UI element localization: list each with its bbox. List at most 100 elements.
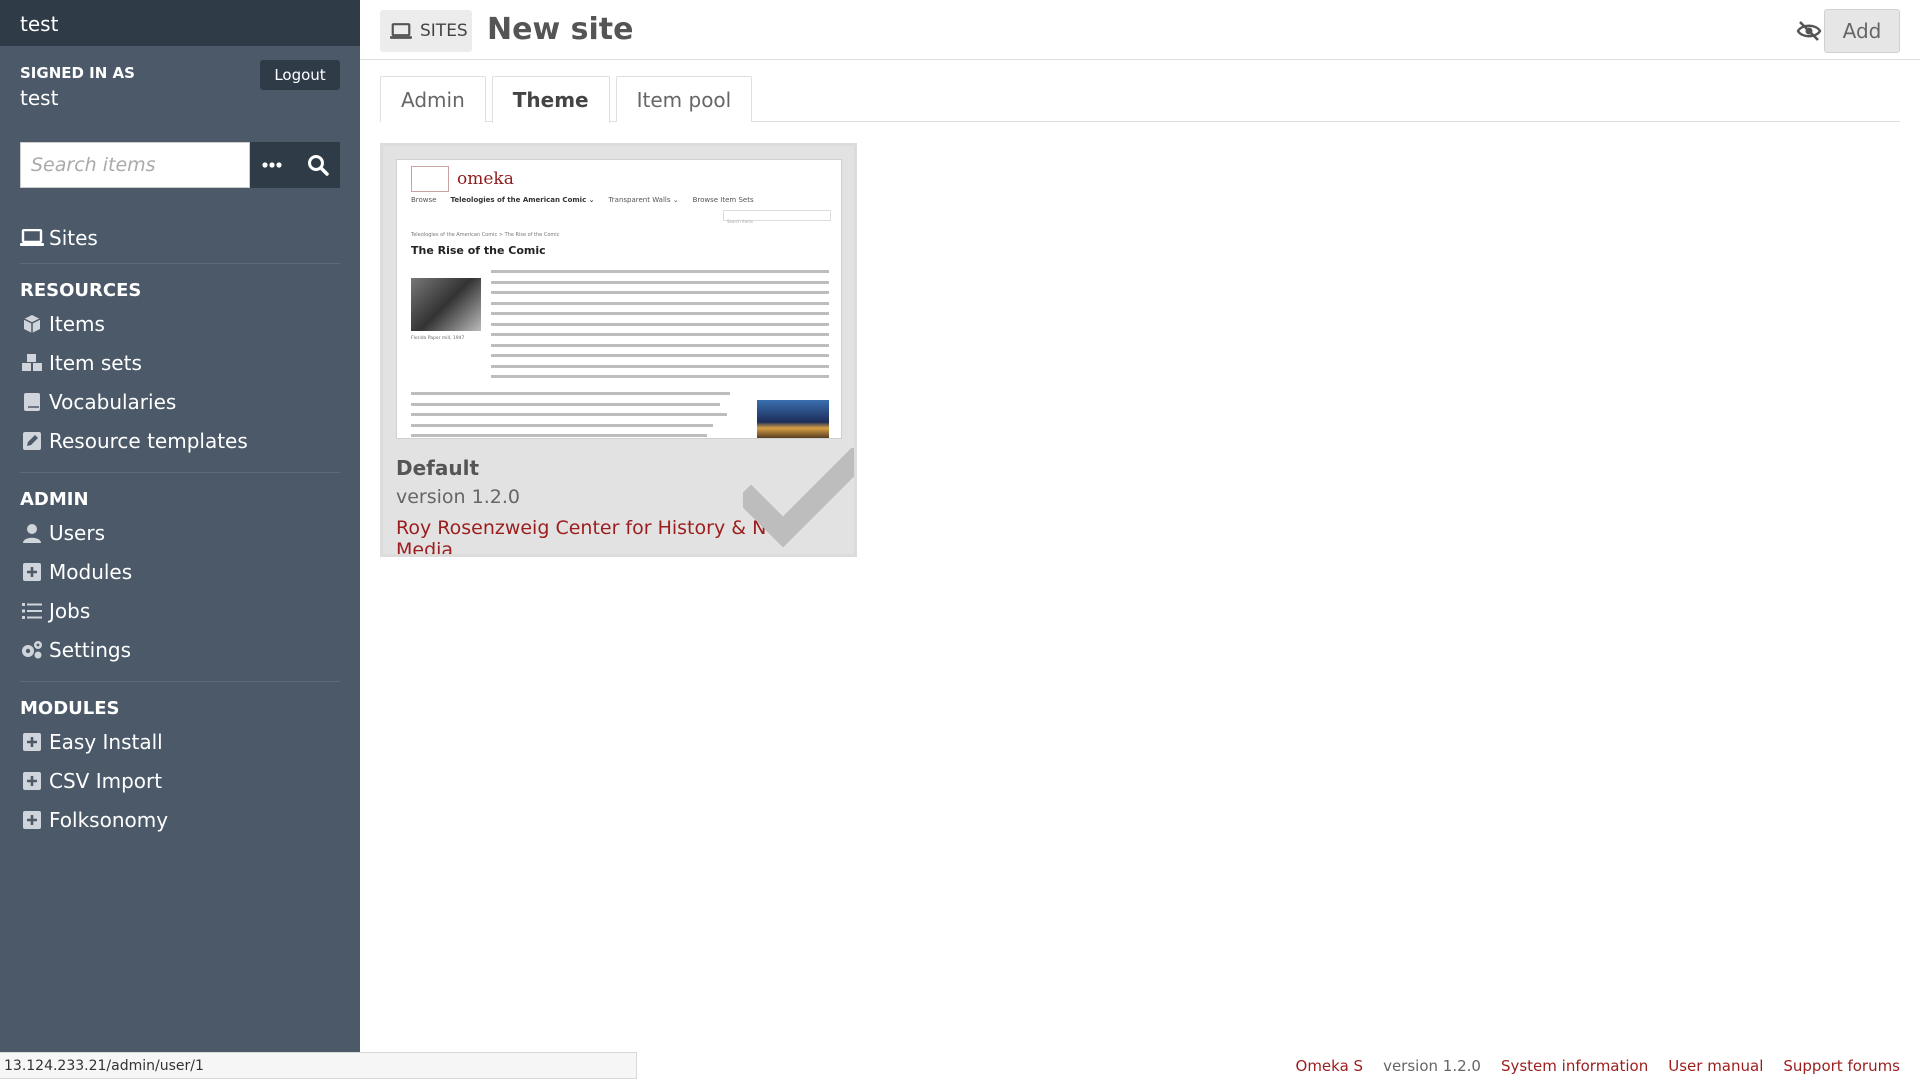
theme-name: Default xyxy=(396,456,480,480)
preview-search: Search items xyxy=(723,210,831,224)
preview-text-line xyxy=(491,291,829,294)
theme-preview-image: omeka Browse Teleologies of the American… xyxy=(396,159,842,439)
status-bar-url: 13.124.233.21/admin/user/1 xyxy=(0,1052,637,1079)
logout-button[interactable]: Logout xyxy=(260,60,340,90)
preview-text-line xyxy=(491,333,829,336)
nav-divider xyxy=(20,263,340,264)
search-form xyxy=(20,142,340,188)
admin-heading: Admin xyxy=(20,489,89,510)
preview-text-line xyxy=(491,280,829,284)
preview-heading: The Rise of the Comic xyxy=(411,244,546,257)
sidebar-item-jobs[interactable]: Jobs xyxy=(20,591,340,630)
sidebar-item-label: Jobs xyxy=(49,598,91,623)
preview-text-line xyxy=(491,364,829,368)
theme-card-default[interactable]: omeka Browse Teleologies of the American… xyxy=(380,143,857,557)
preview-nav-item: Browse Item Sets xyxy=(692,196,754,204)
preview-search-placeholder: Search items xyxy=(727,219,754,224)
preview-photo xyxy=(757,400,829,438)
theme-version: version 1.2.0 xyxy=(396,486,520,508)
sidebar-item-label: CSV Import xyxy=(49,768,163,793)
user-bar: Signed in as test Logout xyxy=(0,46,360,146)
sidebar-item-label: Sites xyxy=(49,225,98,250)
preview-caption: Florida Paper mill, 1947 xyxy=(411,336,465,341)
add-button[interactable]: Add xyxy=(1824,9,1900,53)
preview-text-line xyxy=(491,375,829,378)
sidebar-item-folksonomy[interactable]: Folksonomy xyxy=(20,800,340,839)
preview-logo xyxy=(411,166,449,192)
resources-heading: Resources xyxy=(20,280,142,301)
sidebar-item-item-sets[interactable]: Item sets xyxy=(20,343,340,382)
visibility-toggle[interactable] xyxy=(1794,18,1824,44)
preview-text-line xyxy=(491,312,829,315)
preview-text-line xyxy=(411,413,727,416)
preview-text-block xyxy=(491,270,829,386)
sidebar-item-label: Folksonomy xyxy=(49,807,169,832)
main-content: SITES New site Add Admin Theme Item pool… xyxy=(360,0,1920,1079)
book-icon xyxy=(20,390,44,414)
advanced-search-button[interactable] xyxy=(250,142,295,188)
preview-text-line xyxy=(491,270,829,273)
version-label: version 1.2.0 xyxy=(1383,1056,1481,1075)
preview-text-line xyxy=(491,343,829,347)
sidebar-item-csv-import[interactable]: CSV Import xyxy=(20,761,340,800)
cube-icon xyxy=(20,312,44,336)
section-label: SITES xyxy=(420,21,468,41)
search-button[interactable] xyxy=(295,142,340,188)
cubes-icon xyxy=(20,351,44,375)
tab-admin[interactable]: Admin xyxy=(380,76,486,122)
laptop-icon xyxy=(390,22,412,40)
nav-divider xyxy=(20,472,340,473)
sidebar-item-label: Settings xyxy=(49,637,132,662)
sidebar-item-sites[interactable]: Sites xyxy=(20,218,340,257)
preview-text-block xyxy=(411,392,747,438)
preview-text-line xyxy=(411,392,731,395)
preview-text-line xyxy=(411,434,707,437)
edit-icon xyxy=(20,429,44,453)
sidebar-item-resource-templates[interactable]: Resource templates xyxy=(20,421,340,460)
sidebar-item-label: Items xyxy=(49,311,105,336)
cogs-icon xyxy=(20,638,44,662)
user-icon xyxy=(20,521,44,545)
user-manual-link[interactable]: User manual xyxy=(1668,1057,1763,1075)
support-forums-link[interactable]: Support forums xyxy=(1783,1057,1900,1075)
sidebar-item-label: Modules xyxy=(49,559,133,584)
preview-text-line xyxy=(491,322,829,326)
plus-square-icon xyxy=(20,808,44,832)
system-information-link[interactable]: System information xyxy=(1501,1057,1648,1075)
modules-heading: Modules xyxy=(20,698,120,719)
sidebar-item-users[interactable]: Users xyxy=(20,513,340,552)
list-icon xyxy=(20,599,44,623)
checkmark-icon xyxy=(743,448,854,548)
sidebar-item-items[interactable]: Items xyxy=(20,304,340,343)
preview-text-line xyxy=(411,423,714,427)
sidebar-item-modules[interactable]: Modules xyxy=(20,552,340,591)
preview-site-name: omeka xyxy=(457,169,514,189)
sidebar-item-label: Resource templates xyxy=(49,428,248,453)
sidebar-item-label: Easy Install xyxy=(49,729,163,754)
eye-slash-icon xyxy=(1796,21,1822,41)
sidebar-item-label: Item sets xyxy=(49,350,142,375)
plus-square-icon xyxy=(20,560,44,584)
nav-divider xyxy=(20,681,340,682)
preview-text-line xyxy=(411,402,721,406)
sidebar-item-settings[interactable]: Settings xyxy=(20,630,340,669)
omeka-link[interactable]: Omeka S xyxy=(1296,1057,1364,1075)
install-name[interactable]: test xyxy=(0,0,360,46)
preview-nav-item: Teleologies of the American Comic ⌄ xyxy=(450,196,595,204)
search-input[interactable] xyxy=(20,142,250,188)
sidebar-item-easy-install[interactable]: Easy Install xyxy=(20,722,340,761)
preview-text-line xyxy=(491,301,829,305)
section-badge: SITES xyxy=(380,10,472,52)
plus-square-icon xyxy=(20,730,44,754)
footer: Omeka S version 1.2.0 System information… xyxy=(1296,1052,1900,1079)
sidebar-item-vocabularies[interactable]: Vocabularies xyxy=(20,382,340,421)
plus-square-icon xyxy=(20,769,44,793)
ellipsis-icon xyxy=(262,162,282,168)
tab-item-pool[interactable]: Item pool xyxy=(615,76,753,122)
tab-theme[interactable]: Theme xyxy=(491,76,610,123)
page-header: SITES New site Add xyxy=(360,0,1920,60)
preview-image xyxy=(411,278,481,331)
preview-nav-item: Transparent Walls ⌄ xyxy=(608,196,679,204)
sidebar: test Signed in as test Logout Sites Reso… xyxy=(0,0,360,1079)
preview-nav: Browse Teleologies of the American Comic… xyxy=(411,196,754,204)
